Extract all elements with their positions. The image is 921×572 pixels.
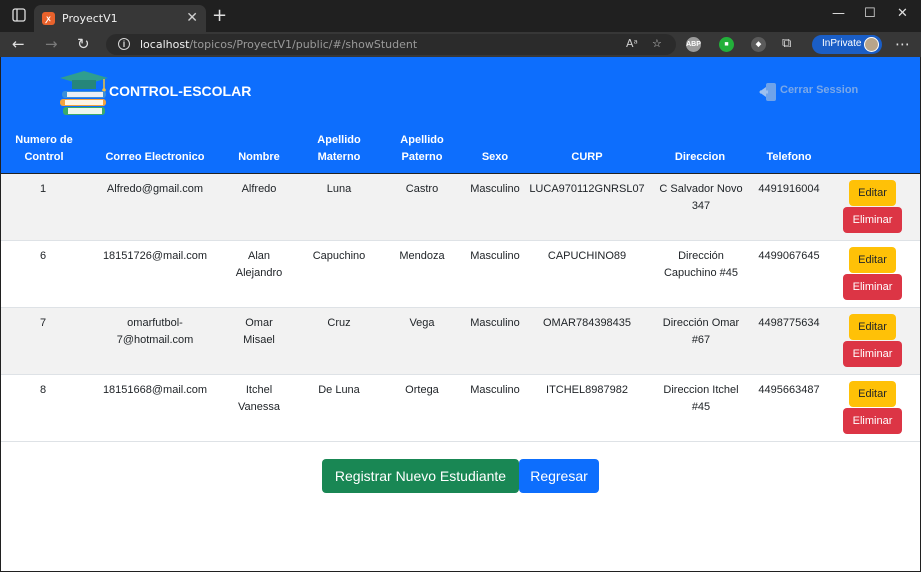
lock-extension-icon[interactable]: ■ [719, 37, 734, 52]
cell-direccion: Dirección Omar #67 [662, 317, 740, 346]
edit-button[interactable]: Editar [849, 381, 896, 407]
cell-sexo: Masculino [470, 384, 520, 396]
site-info-icon[interactable]: i [118, 38, 130, 50]
col-apellido-paterno: Apellido Paterno [400, 134, 444, 163]
url-text[interactable]: localhost/topicos/ProyectV1/public/#/sho… [140, 38, 417, 51]
col-nombre: Nombre [238, 151, 280, 163]
cell-control: 7 [39, 317, 47, 329]
cell-email: Alfredo@gmail.com [106, 183, 204, 195]
cell-control: 6 [39, 250, 47, 262]
col-sexo: Sexo [481, 151, 509, 163]
delete-button[interactable]: Eliminar [843, 408, 902, 434]
delete-button[interactable]: Eliminar [843, 207, 902, 233]
browser-tab-active[interactable]: ꭗ ProyectV1 ✕ [34, 5, 206, 32]
cell-control: 8 [39, 384, 47, 396]
cell-telefono: 4491916004 [758, 183, 820, 195]
cell-curp: OMAR784398435 [542, 317, 632, 329]
cell-materno: De Luna [318, 384, 360, 396]
cell-nombre: Itchel Vanessa [238, 384, 280, 413]
cell-materno: Luna [326, 183, 352, 195]
cell-sexo: Masculino [470, 317, 520, 329]
cell-sexo: Masculino [470, 250, 520, 262]
page-viewport: CONTROL-ESCOLAR Cerrar Session Numero de… [1, 57, 920, 571]
delete-button[interactable]: Eliminar [843, 341, 902, 367]
back-button[interactable]: Regresar [519, 459, 599, 493]
cell-curp: LUCA970112GNRSL07 [529, 183, 645, 195]
new-tab-icon[interactable]: + [212, 6, 227, 26]
col-telefono: Telefono [766, 151, 812, 163]
edit-button[interactable]: Editar [849, 247, 896, 273]
minimize-icon[interactable]: — [832, 6, 845, 21]
inprivate-label: InPrivate [822, 38, 862, 49]
col-apellido-materno: Apellido Materno [317, 134, 361, 163]
back-arrow-icon[interactable]: ← [12, 35, 25, 53]
cell-direccion: Direccion Itchel #45 [663, 384, 739, 413]
close-window-icon[interactable]: ✕ [897, 6, 908, 21]
page-header: CONTROL-ESCOLAR Cerrar Session Numero de… [1, 57, 920, 173]
cell-curp: ITCHEL8987982 [546, 384, 628, 396]
browser-tab-bar: ꭗ ProyectV1 ✕ + — ☐ ✕ [0, 0, 921, 32]
cell-sexo: Masculino [470, 183, 520, 195]
cell-telefono: 4498775634 [758, 317, 820, 329]
cell-paterno: Castro [405, 183, 439, 195]
read-aloud-icon[interactable]: Aᵃ [626, 37, 638, 50]
maximize-icon[interactable]: ☐ [864, 6, 876, 21]
tab-actions-icon[interactable] [12, 8, 26, 22]
cell-nombre: Omar Misael [243, 317, 275, 346]
edit-button[interactable]: Editar [849, 314, 896, 340]
col-direccion: Direccion [674, 151, 726, 163]
cell-nombre: Alan Alejandro [235, 250, 283, 279]
register-student-button[interactable]: Registrar Nuevo Estudiante [322, 459, 519, 493]
edit-button[interactable]: Editar [849, 180, 896, 206]
delete-button[interactable]: Eliminar [843, 274, 902, 300]
books-logo-icon [60, 71, 108, 115]
tab-close-icon[interactable]: ✕ [186, 9, 198, 25]
cell-nombre: Alfredo [241, 183, 277, 195]
address-bar[interactable]: i localhost/topicos/ProyectV1/public/#/s… [106, 34, 676, 55]
cell-email: 18151668@mail.com [102, 384, 208, 396]
profile-avatar [864, 37, 879, 52]
more-menu-icon[interactable]: ⋯ [895, 35, 910, 53]
refresh-icon[interactable]: ↻ [77, 35, 90, 53]
table-row: 7 omarfutbol- 7@hotmail.com Omar Misael Cr… [1, 308, 920, 375]
browser-nav-bar: ← → ↻ i localhost/topicos/ProyectV1/publ… [0, 32, 921, 57]
logout-label: Cerrar Session [780, 84, 859, 96]
cell-telefono: 4499067645 [758, 250, 820, 262]
logout-icon [759, 83, 776, 101]
forward-arrow-icon[interactable]: → [45, 35, 58, 53]
inprivate-badge[interactable]: InPrivate [812, 35, 882, 54]
cell-paterno: Mendoza [399, 250, 445, 262]
cell-direccion: C Salvador Novo 347 [659, 183, 743, 212]
favorites-add-icon[interactable]: ☆ [652, 37, 662, 50]
table-row: 8 18151668@mail.com Itchel Vanessa De Lun… [1, 375, 920, 442]
cell-materno: Cruz [327, 317, 351, 329]
extensions-puzzle-icon[interactable]: ⧉ [782, 35, 791, 53]
shield-extension-icon[interactable]: ◆ [751, 37, 766, 52]
brand-title: CONTROL-ESCOLAR [109, 83, 252, 99]
col-curp: CURP [571, 151, 603, 163]
adblock-extension-icon[interactable]: ABP [686, 37, 701, 52]
table-row: 6 18151726@mail.com Alan Alejandro Capuch… [1, 241, 920, 308]
cell-email: omarfutbol- 7@hotmail.com [116, 317, 194, 346]
cell-curp: CAPUCHINO89 [547, 250, 627, 262]
cell-direccion: Dirección Capuchino #45 [663, 250, 738, 279]
tab-title: ProyectV1 [62, 12, 118, 25]
cell-email: 18151726@mail.com [102, 250, 208, 262]
cell-control: 1 [39, 183, 47, 195]
cell-telefono: 4495663487 [758, 384, 820, 396]
col-correo: Correo Electronico [105, 151, 205, 163]
cell-materno: Capuchino [312, 250, 366, 262]
xampp-icon: ꭗ [42, 12, 55, 25]
table-row: 1 Alfredo@gmail.com Alfredo Luna Castro … [1, 174, 920, 241]
cell-paterno: Vega [409, 317, 435, 329]
col-numero-control: Numero de Control [15, 134, 73, 163]
cell-paterno: Ortega [405, 384, 439, 396]
